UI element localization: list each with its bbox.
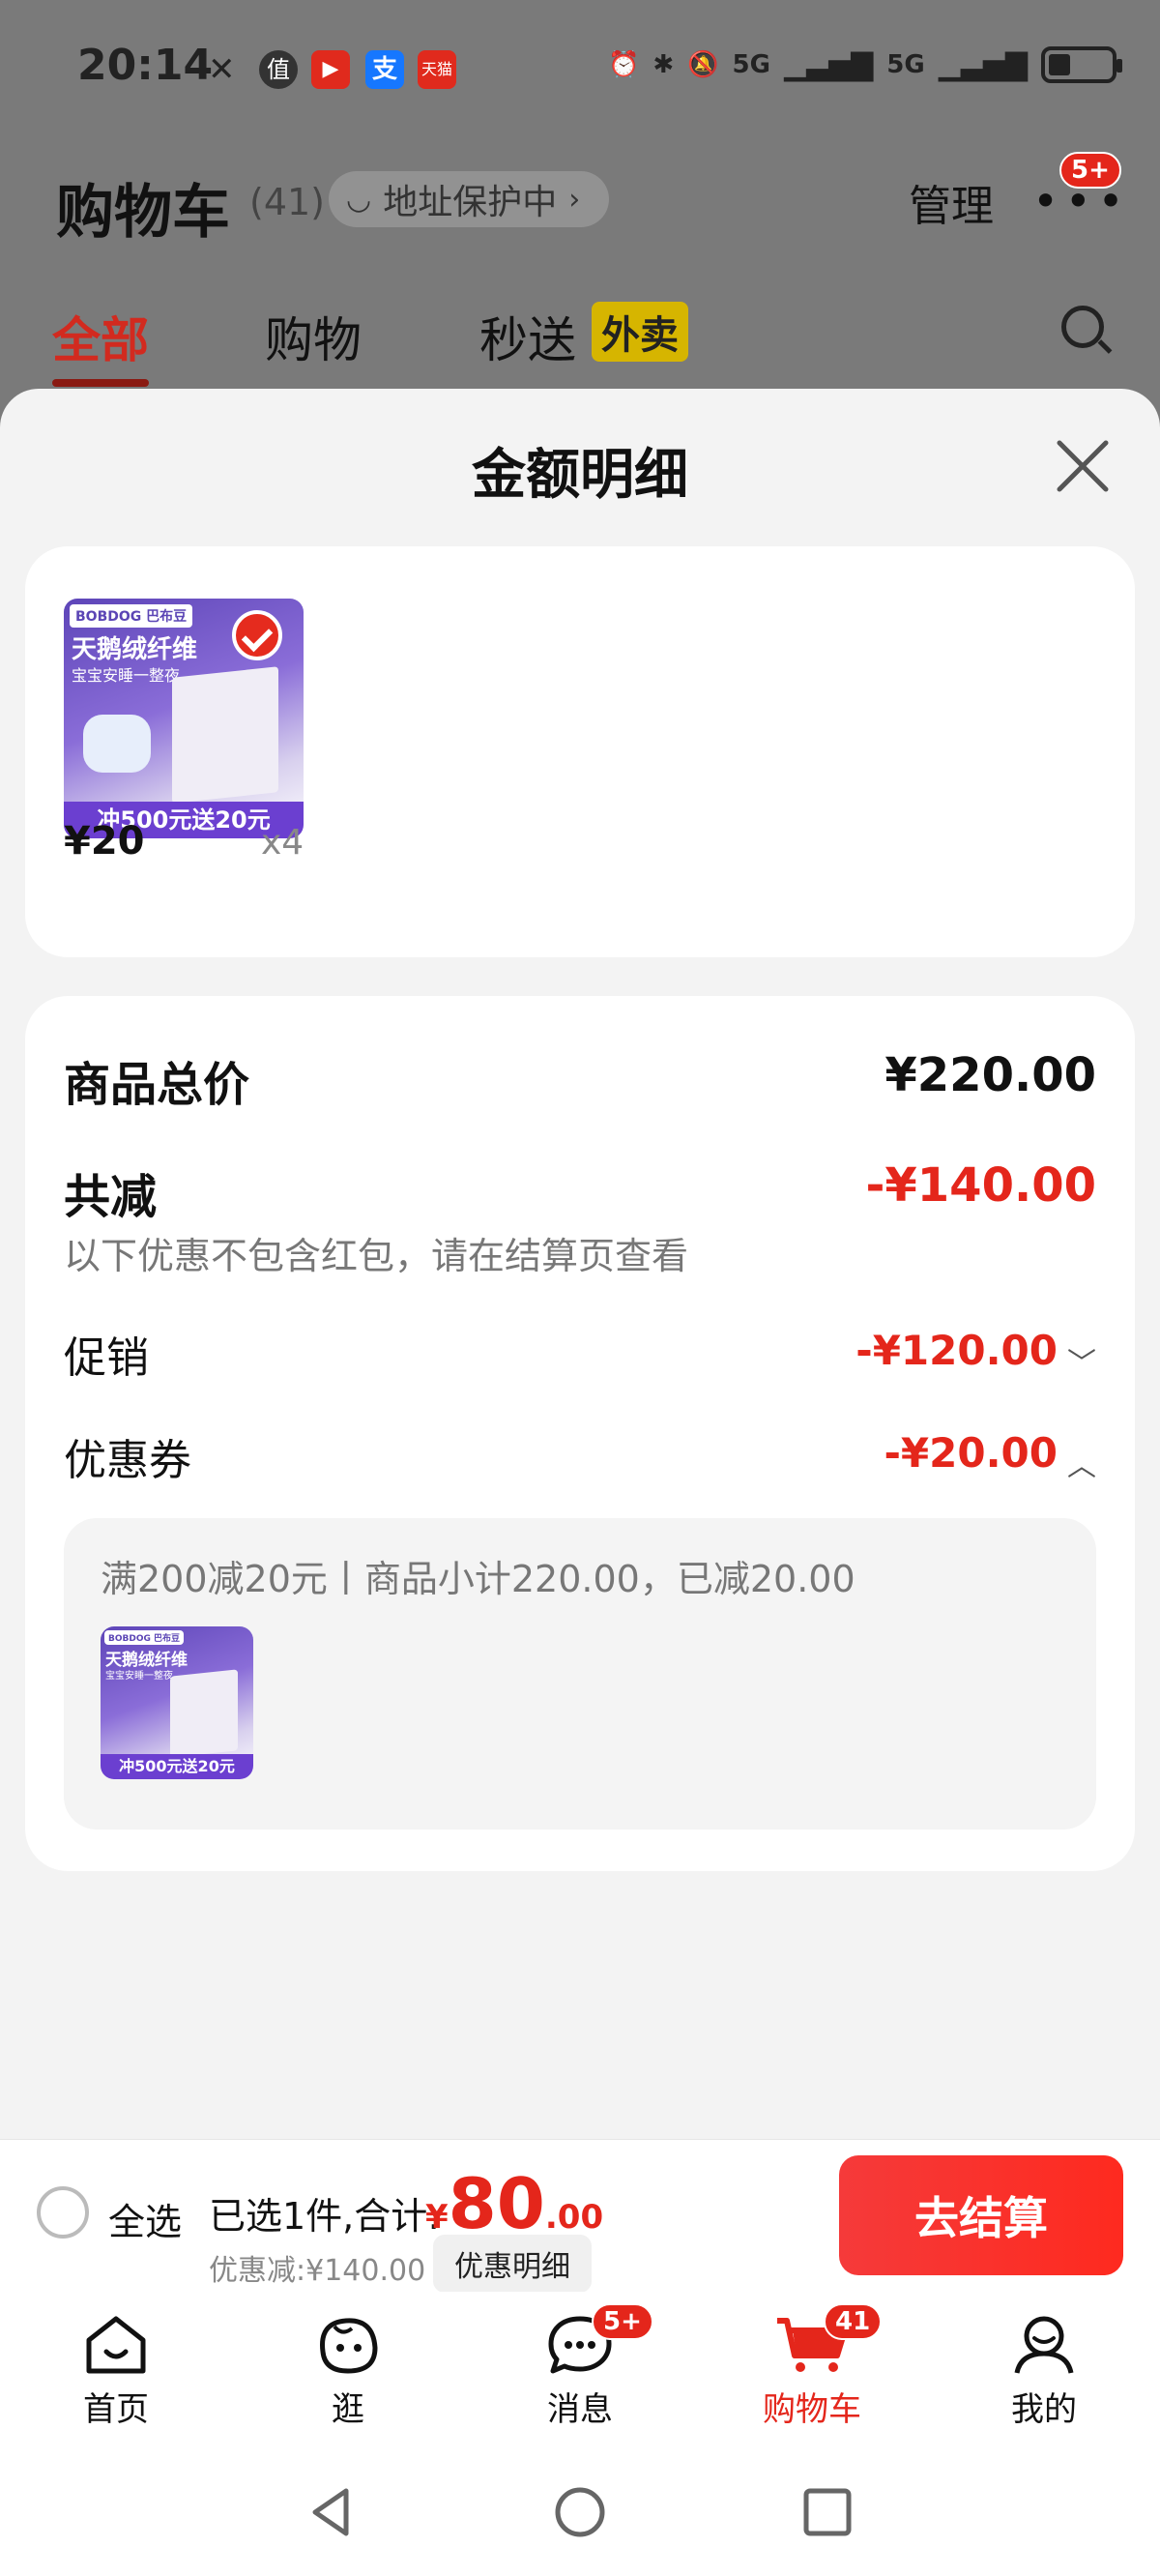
- nav-browse[interactable]: 逛: [271, 2313, 425, 2430]
- select-all-radio[interactable]: [37, 2186, 89, 2239]
- product-tagline: 宝宝安睡一整夜: [105, 1671, 173, 1682]
- browse-face-icon: [320, 2318, 378, 2374]
- promo-row-value[interactable]: -¥120.00 ﹀: [856, 1327, 1096, 1382]
- amount-detail-sheet: 金额明细 BOBDOG 巴布豆 天鹅绒纤维 宝宝安睡一整夜 冲500元送20元 …: [0, 389, 1160, 2139]
- chevron-down-icon: ﹀: [1067, 1346, 1096, 1381]
- select-all-label[interactable]: 全选: [108, 2192, 182, 2245]
- close-icon[interactable]: [1054, 437, 1112, 495]
- selected-summary: 已选1件,合计:: [209, 2195, 441, 2238]
- more-badge: 5+: [1059, 152, 1121, 189]
- tab-instant[interactable]: 秒送: [479, 302, 576, 371]
- diaper-graphic: [83, 715, 151, 773]
- back-icon[interactable]: [307, 2485, 354, 2539]
- status-right: ⏰ ✱ 🔕 5G ▁▃▅▇ 5G ▁▃▅▇: [607, 46, 1122, 83]
- product-box-graphic: [170, 1669, 238, 1758]
- status-time: 20:14: [77, 41, 214, 90]
- discount-summary: 优惠减:¥140.00: [209, 2254, 426, 2288]
- product-promo: 冲500元送20元: [101, 1754, 253, 1779]
- coupon-product-image[interactable]: BOBDOG 巴布豆 天鹅绒纤维 宝宝安睡一整夜 冲500元送20元: [101, 1626, 253, 1779]
- page-title: 购物车: [56, 179, 230, 247]
- profile-icon: [1014, 2316, 1074, 2374]
- tab-all[interactable]: 全部: [52, 302, 149, 387]
- checkout-button[interactable]: 去结算: [839, 2155, 1123, 2275]
- nav-profile-label: 我的: [1011, 2390, 1077, 2429]
- product-card: BOBDOG 巴布豆 天鹅绒纤维 宝宝安睡一整夜 冲500元送20元 ¥20 x…: [25, 546, 1135, 957]
- amount-decimal: .00: [544, 2198, 604, 2237]
- reduce-value: -¥140.00: [865, 1158, 1096, 1213]
- cart-header: 购物车 (41) ◡ 地址保护中 › 管理 • • • 5+: [0, 140, 1160, 266]
- price-summary-card: 商品总价 ¥220.00 共减 -¥140.00 以下优惠不包含红包，请在结算页…: [25, 996, 1135, 1871]
- missed-call-icon: ✕: [208, 50, 236, 89]
- signal-icon: ▁▃▅▇: [938, 47, 1028, 82]
- video-app-icon: ▶: [311, 50, 350, 89]
- reduce-label: 共减: [64, 1170, 158, 1224]
- sheet-title: 金额明细: [472, 444, 688, 507]
- reduce-note: 以下优惠不包含红包，请在结算页查看: [64, 1235, 689, 1277]
- bluetooth-icon: ✱: [652, 50, 675, 79]
- promo-value: -¥120.00: [856, 1327, 1058, 1374]
- product-tagline: 宝宝安睡一整夜: [72, 666, 181, 685]
- coupon-detail-box: 满200减20元丨商品小计220.00，已减20.00 BOBDOG 巴布豆 天…: [64, 1518, 1096, 1830]
- coupon-value: -¥20.00: [884, 1429, 1058, 1477]
- address-protection-chip[interactable]: ◡ 地址保护中 ›: [329, 171, 610, 227]
- smile-icon: ◡: [346, 182, 372, 217]
- nav-browse-label: 逛: [332, 2390, 364, 2429]
- nav-home-label: 首页: [83, 2390, 149, 2429]
- signal-1-label: 5G: [732, 50, 770, 79]
- product-quantity: x4: [261, 823, 304, 863]
- battery-icon: [1041, 46, 1122, 83]
- product-brand: BOBDOG 巴布豆: [104, 1630, 185, 1645]
- signal-icon: ▁▃▅▇: [783, 47, 874, 82]
- total-label: 商品总价: [64, 1058, 250, 1112]
- coupon-row-value[interactable]: -¥20.00 ︿: [884, 1429, 1096, 1484]
- nav-messages-label: 消息: [547, 2390, 613, 2429]
- chevron-up-icon: ︿: [1067, 1449, 1096, 1483]
- total-value: ¥220.00: [884, 1048, 1096, 1102]
- address-label: 地址保护中: [383, 183, 558, 222]
- status-bar: 20:14 ✕ 值 ▶ 支 天猫 ⏰ ✱ 🔕 5G ▁▃▅▇ 5G ▁▃▅▇: [0, 0, 1160, 140]
- manage-button[interactable]: 管理: [909, 171, 994, 233]
- nav-cart-label: 购物车: [763, 2390, 861, 2429]
- search-icon[interactable]: [1061, 306, 1104, 348]
- product-box-graphic: [172, 666, 278, 804]
- smzdm-app-icon: 值: [259, 50, 298, 89]
- product-price: ¥20: [64, 819, 145, 864]
- cart-badge: 41: [824, 2303, 883, 2340]
- takeout-tag: 外卖: [592, 302, 688, 362]
- coupon-description: 满200减20元丨商品小计220.00，已减20.00: [101, 1558, 856, 1600]
- home-circle-icon[interactable]: [553, 2485, 607, 2539]
- currency-symbol: ¥: [425, 2198, 449, 2237]
- system-nav-bar: [0, 2446, 1160, 2576]
- alipay-app-icon: 支: [365, 50, 404, 89]
- bottom-nav: 首页 逛 消息 5+ 购物车 41 我的: [0, 2292, 1160, 2446]
- messages-badge: 5+: [592, 2303, 653, 2340]
- discount-detail-button[interactable]: 优惠明细: [433, 2235, 592, 2293]
- nav-home[interactable]: 首页: [39, 2313, 193, 2430]
- promo-label: 促销: [64, 1333, 149, 1383]
- checkout-bar: 全选 已选1件,合计: ¥80.00 优惠减:¥140.00 优惠明细 去结算: [0, 2139, 1160, 2293]
- product-brand: BOBDOG 巴布豆: [70, 604, 193, 628]
- recents-icon[interactable]: [802, 2487, 853, 2537]
- product-headline: 天鹅绒纤维: [72, 635, 198, 664]
- alarm-icon: ⏰: [607, 50, 640, 79]
- total-amount: ¥80.00: [425, 2163, 603, 2244]
- cart-count: (41): [249, 181, 326, 223]
- selected-check-icon: [232, 610, 282, 660]
- nav-profile[interactable]: 我的: [967, 2313, 1121, 2430]
- tab-shopping[interactable]: 购物: [265, 302, 362, 371]
- amount-integer: 80: [448, 2163, 545, 2244]
- signal-2-label: 5G: [886, 50, 925, 79]
- tmall-app-icon: 天猫: [418, 50, 456, 89]
- coupon-label: 优惠券: [64, 1436, 191, 1485]
- chevron-right-icon: ›: [568, 182, 581, 217]
- mute-icon: 🔕: [687, 50, 719, 79]
- home-icon: [86, 2316, 146, 2374]
- cart-tabs: 全部 购物 秒送 外卖: [0, 280, 1160, 387]
